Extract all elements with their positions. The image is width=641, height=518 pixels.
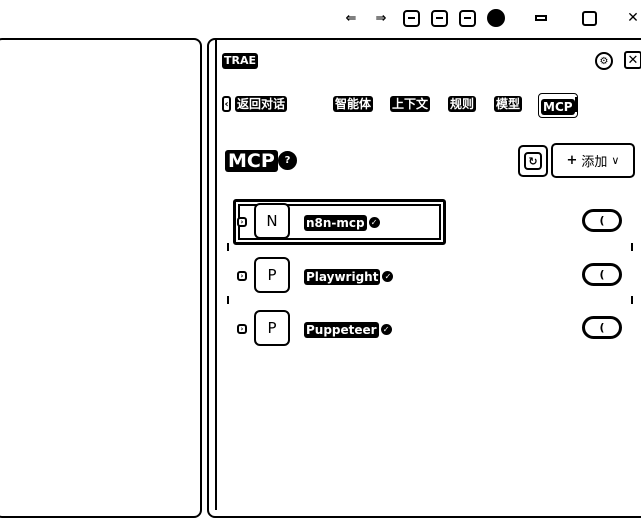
- avatar: P: [254, 310, 290, 346]
- minimize-icon[interactable]: [530, 7, 552, 29]
- tab-indicator: [575, 97, 577, 112]
- chevron-left-icon[interactable]: ‹: [222, 96, 231, 112]
- expand-arrow-icon[interactable]: ›: [237, 324, 247, 334]
- tab-agents[interactable]: 智能体: [333, 96, 374, 112]
- server-row-playwright[interactable]: › P Playwright ✓ (: [226, 257, 641, 301]
- tab-models[interactable]: 模型: [494, 96, 523, 112]
- server-name-label: Playwright: [304, 269, 381, 285]
- enable-toggle[interactable]: (: [582, 316, 622, 339]
- gear-icon[interactable]: ⚙: [595, 52, 613, 70]
- toggle-knob: (: [599, 321, 605, 334]
- add-server-button[interactable]: + 添加 ∨: [551, 143, 635, 178]
- refresh-icon: ↻: [524, 152, 542, 170]
- verified-icon: ✓: [380, 324, 392, 335]
- server-name: n8n-mcp ✓: [304, 212, 380, 231]
- layout-right-icon[interactable]: [456, 7, 478, 29]
- server-name: Puppeteer ✓: [304, 319, 392, 338]
- toggle-knob: (: [599, 214, 605, 227]
- row-divider-mark: [227, 296, 229, 304]
- help-icon[interactable]: ?: [278, 151, 297, 170]
- account-icon[interactable]: [485, 7, 507, 29]
- toggle-knob: (: [599, 268, 605, 281]
- server-name-label: n8n-mcp: [304, 215, 367, 231]
- close-window-icon[interactable]: ✕: [622, 7, 641, 29]
- row-divider-mark: [227, 243, 229, 251]
- avatar: P: [254, 257, 290, 293]
- row-divider-mark: [631, 243, 633, 251]
- layout-center-icon[interactable]: [428, 7, 450, 29]
- server-row-puppeteer[interactable]: › P Puppeteer ✓ (: [226, 310, 641, 354]
- server-name-label: Puppeteer: [304, 322, 379, 338]
- plus-icon: +: [566, 153, 578, 168]
- tab-mcp-label: MCP: [541, 99, 575, 115]
- back-to-chat-link[interactable]: 返回对话: [235, 96, 288, 112]
- maximize-icon[interactable]: [578, 7, 600, 29]
- expand-arrow-icon[interactable]: ›: [237, 271, 247, 281]
- tab-rules[interactable]: 规则: [448, 96, 477, 112]
- chevron-down-icon: ∨: [611, 154, 620, 167]
- add-label: 添加: [581, 155, 608, 170]
- server-name: Playwright ✓: [304, 266, 394, 285]
- refresh-button[interactable]: ↻: [518, 145, 548, 177]
- verified-icon: ✓: [368, 217, 380, 228]
- layout-left-icon[interactable]: [400, 7, 422, 29]
- tab-context[interactable]: 上下文: [390, 96, 431, 112]
- arrow-right-icon[interactable]: ⇒: [370, 7, 392, 29]
- title-bar: ⇐ ⇒ ✕: [0, 0, 641, 36]
- row-divider-mark: [631, 296, 633, 304]
- page-title: MCP: [225, 150, 278, 172]
- brand-label: TRAE: [222, 53, 259, 69]
- enable-toggle[interactable]: (: [582, 263, 622, 286]
- verified-icon: ✓: [382, 271, 394, 282]
- enable-toggle[interactable]: (: [582, 209, 622, 232]
- expand-arrow-icon[interactable]: ›: [237, 217, 247, 227]
- editor-pane: [0, 38, 202, 518]
- server-row-n8n-mcp[interactable]: › N n8n-mcp ✓ (: [226, 199, 641, 247]
- arrow-left-icon[interactable]: ⇐: [340, 7, 362, 29]
- tab-mcp[interactable]: MCP: [538, 93, 578, 118]
- close-icon[interactable]: ✕: [624, 51, 641, 69]
- avatar: N: [254, 203, 290, 239]
- panel-divider: [215, 40, 217, 510]
